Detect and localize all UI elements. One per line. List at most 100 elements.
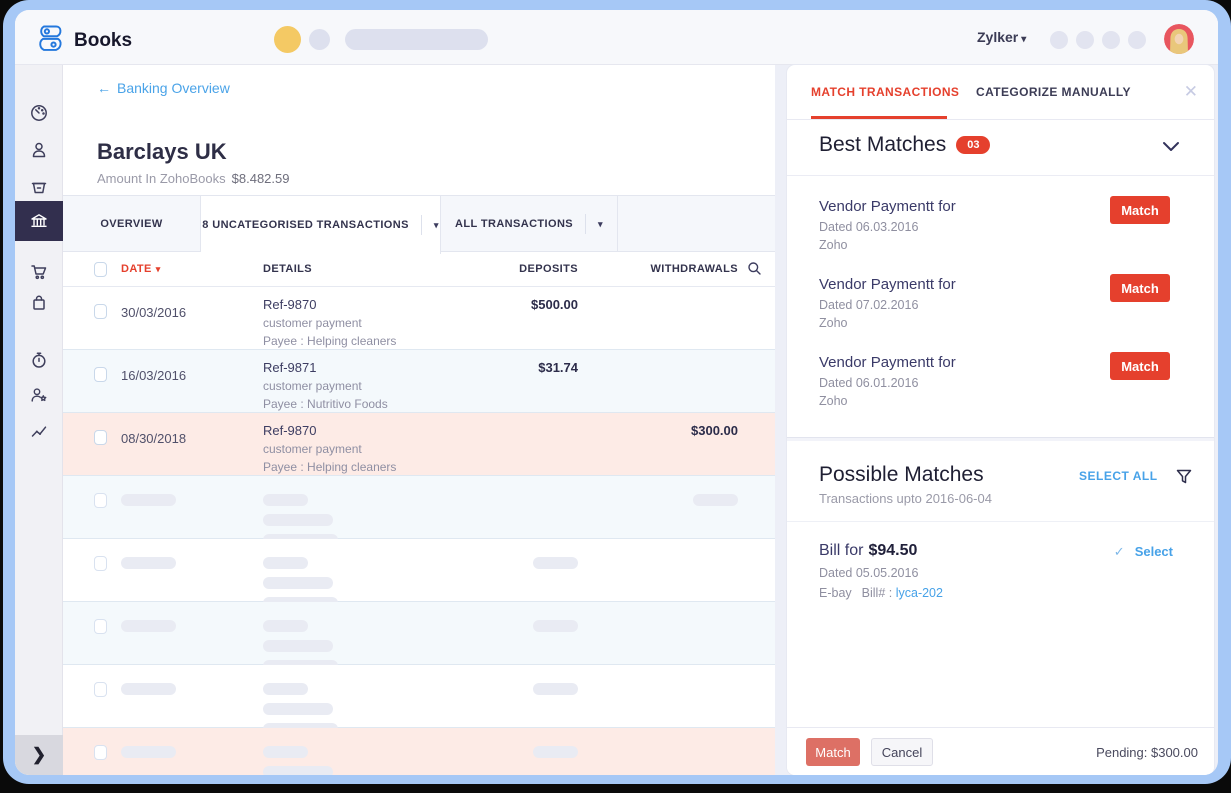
cell-deposit: $500.00 (531, 297, 578, 312)
sort-down-icon: ▾ (155, 264, 161, 274)
active-tab-underline (811, 116, 947, 119)
tab-overview[interactable]: OVERVIEW (63, 196, 201, 251)
notifications-icon[interactable] (1076, 31, 1094, 49)
user-avatar[interactable] (1164, 24, 1194, 54)
skeleton-pill (263, 683, 308, 695)
org-switcher[interactable]: Zylker ▾ (977, 29, 1026, 45)
match-item-dated: Dated 06.03.2016 (819, 220, 919, 234)
skeleton-pill (533, 557, 578, 569)
sidebar-item-purchases[interactable] (15, 283, 63, 323)
skeleton-pill (263, 703, 333, 715)
settings-icon[interactable] (1102, 31, 1120, 49)
caret-down-icon: ▾ (585, 213, 603, 234)
best-match-item: Vendor Paymentt for Dated 06.03.2016 Zoh… (787, 182, 1214, 260)
tab-categorize-manually[interactable]: CATEGORIZE MANUALLY (976, 85, 1131, 99)
help-icon[interactable] (1128, 31, 1146, 49)
bill-number-link[interactable]: lyca-202 (896, 586, 943, 600)
possible-match-title: Bill for $94.50 (819, 542, 918, 559)
match-button[interactable]: Match (1110, 352, 1170, 380)
footer-match-button[interactable]: Match (806, 738, 860, 766)
match-button[interactable]: Match (1110, 274, 1170, 302)
table-row-selected[interactable]: 08/30/2018 Ref-9870 customer payment Pay… (63, 413, 775, 476)
row-checkbox[interactable] (94, 556, 107, 571)
match-button[interactable]: Match (1110, 196, 1170, 224)
match-item-dated: Dated 07.02.2016 (819, 298, 919, 312)
row-checkbox[interactable] (94, 430, 107, 445)
column-withdrawals: WITHDRAWALS (650, 263, 738, 275)
match-item-vendor: Zoho (819, 394, 848, 408)
skeleton-pill (693, 494, 738, 506)
select-all-checkbox[interactable] (94, 262, 107, 277)
cell-type: customer payment (263, 442, 362, 456)
skeleton-pill (263, 514, 333, 526)
count-badge: 03 (956, 136, 991, 154)
account-amount: Amount In ZohoBooks $8.482.59 (97, 171, 290, 186)
global-search-input[interactable] (345, 29, 488, 50)
cell-reference: Ref-9870 (263, 423, 317, 438)
skeleton-pill (263, 746, 308, 758)
recent-activity-icon[interactable] (309, 29, 330, 50)
banking-icon (29, 211, 49, 231)
check-icon: ✓ (1113, 544, 1125, 559)
table-row-loading (63, 476, 775, 546)
tab-uncategorised-transactions[interactable]: 8 UNCATEGORISED TRANSACTIONS ▾ (201, 196, 441, 254)
sidebar-item-banking[interactable] (15, 201, 63, 241)
row-checkbox[interactable] (94, 367, 107, 382)
skeleton-pill (533, 746, 578, 758)
table-row[interactable]: 16/03/2016 Ref-9871 customer payment Pay… (63, 350, 775, 413)
skeleton-pill (533, 620, 578, 632)
skeleton-pill (263, 766, 333, 775)
possible-matches-title: Possible Matches (819, 463, 984, 486)
sidebar-item-reports[interactable] (15, 411, 63, 451)
row-checkbox[interactable] (94, 304, 107, 319)
row-checkbox[interactable] (94, 493, 107, 508)
close-icon[interactable]: ✕ (1184, 82, 1198, 102)
cell-deposit: $31.74 (538, 360, 578, 375)
row-checkbox[interactable] (94, 682, 107, 697)
skeleton-pill (121, 620, 176, 632)
divider (787, 521, 1214, 522)
transactions-table-body: 30/03/2016 Ref-9870 customer payment Pay… (63, 287, 775, 775)
sidebar-item-accountant[interactable] (15, 375, 63, 415)
column-details: DETAILS (263, 263, 313, 275)
referral-icon[interactable] (1050, 31, 1068, 49)
table-row[interactable]: 30/03/2016 Ref-9870 customer payment Pay… (63, 287, 775, 350)
pending-amount: Pending: $300.00 (1096, 745, 1198, 760)
back-arrow-icon: ← (97, 80, 111, 96)
tab-all-transactions[interactable]: ALL TRANSACTIONS ▾ (441, 196, 618, 251)
filter-icon[interactable] (1176, 469, 1192, 490)
sidebar-item-contacts[interactable] (15, 130, 63, 170)
account-name: Barclays UK (97, 139, 227, 164)
sidebar-item-time-tracking[interactable] (15, 340, 63, 380)
select-link[interactable]: ✓ Select (1114, 544, 1173, 560)
search-icon[interactable] (747, 261, 762, 279)
best-match-item: Vendor Paymentt for Dated 06.01.2016 Zoh… (787, 338, 1214, 416)
account-tabs: OVERVIEW 8 UNCATEGORISED TRANSACTIONS ▾ A… (63, 195, 775, 254)
sidebar-expand-button[interactable]: ❯ (15, 735, 63, 775)
cell-type: customer payment (263, 379, 362, 393)
table-row-loading (63, 665, 775, 735)
screenshot-stage: Books Zylker ▾ ❯ ← Banking Overview Barc… (0, 0, 1231, 793)
skeleton-pill (533, 683, 578, 695)
back-to-banking-overview-link[interactable]: ← Banking Overview (97, 80, 230, 96)
column-date-sort[interactable]: DATE ▾ (121, 263, 161, 275)
cart-icon (29, 262, 49, 282)
select-all-link[interactable]: SELECT ALL (1079, 469, 1158, 483)
row-checkbox[interactable] (94, 619, 107, 634)
collapse-chevron-icon[interactable] (1162, 140, 1180, 158)
sidebar-item-dashboard[interactable] (15, 93, 63, 133)
caret-down-icon: ▾ (420, 215, 439, 235)
tab-match-transactions[interactable]: MATCH TRANSACTIONS (811, 85, 959, 99)
cell-withdrawal: $300.00 (691, 423, 738, 438)
cell-reference: Ref-9870 (263, 297, 317, 312)
footer-cancel-button[interactable]: Cancel (871, 738, 933, 766)
possible-match-meta: E-bay Bill# : lyca-202 (819, 586, 943, 600)
product-name: Books (74, 29, 133, 51)
cell-type: customer payment (263, 316, 362, 330)
row-checkbox[interactable] (94, 745, 107, 760)
possible-match-dated: Dated 05.05.2016 (819, 566, 919, 580)
announcement-icon[interactable] (274, 26, 301, 53)
column-deposits: DEPOSITS (519, 263, 578, 275)
app-logo[interactable]: Books (35, 23, 132, 58)
match-item-vendor: Zoho (819, 316, 848, 330)
